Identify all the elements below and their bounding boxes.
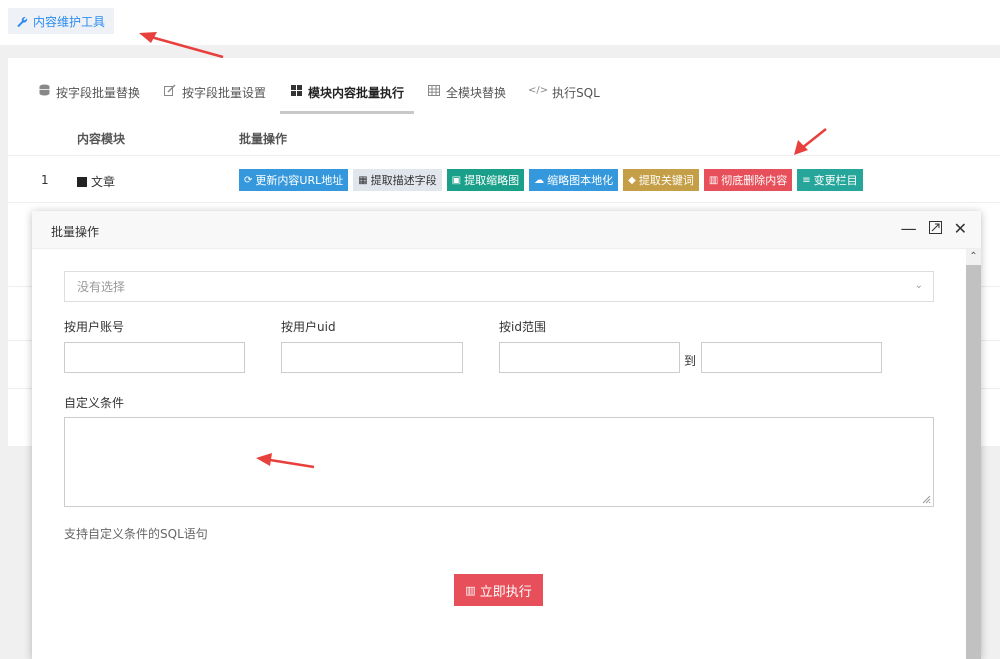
scroll-up-arrow-icon[interactable]: ⌃: [966, 249, 981, 265]
extract-keywords-button[interactable]: ◆ 提取关键词: [623, 169, 699, 191]
extract-thumbnail-button[interactable]: ▣ 提取缩略图: [446, 169, 525, 191]
row-number: 1: [41, 173, 49, 187]
batch-ops-group: ⟳ 更新内容URL地址 ▦ 提取描述字段 ▣ 提取缩略图 ☁ 缩略图本地化 ◆ 提取关键词…: [239, 169, 863, 191]
table-icon: [428, 84, 441, 96]
account-input[interactable]: [64, 342, 245, 373]
list-icon: ≡: [802, 174, 811, 186]
grid-icon: ▦: [358, 174, 368, 186]
code-icon: </>: [528, 84, 549, 96]
tab-label: 全模块替换: [446, 86, 507, 100]
module-name: 文章: [91, 175, 116, 189]
tab-all-module-replace[interactable]: 全模块替换: [418, 78, 516, 114]
tab-module-batch[interactable]: 模块内容批量执行: [280, 78, 415, 114]
modal-title: 批量操作: [51, 225, 100, 239]
delete-content-button[interactable]: ▥ 彻底删除内容: [703, 169, 793, 191]
id-to-input[interactable]: [701, 342, 882, 373]
refresh-icon: ⟳: [244, 174, 253, 186]
tab-field-replace[interactable]: 按字段批量替换: [28, 78, 150, 114]
account-label: 按用户账号: [64, 320, 125, 334]
edit-icon: [164, 84, 176, 96]
tag-icon: ◆: [628, 174, 636, 186]
batch-operation-modal: 批量操作 — ✕ 没有选择 ⌄ 按用户账号 按用户uid 按id范围 到 自定义…: [32, 211, 981, 659]
table-header: 内容模块 批量操作: [8, 120, 1000, 156]
extract-description-button[interactable]: ▦ 提取描述字段: [353, 169, 442, 191]
modal-window-controls: — ✕: [901, 220, 967, 238]
annotation-arrow-2: [794, 128, 827, 155]
module-icon: [77, 176, 87, 187]
module-select[interactable]: 没有选择 ⌄: [64, 271, 934, 302]
column-header-module: 内容模块: [77, 132, 126, 146]
annotation-arrow-3: [256, 453, 315, 469]
maximize-icon[interactable]: [928, 220, 942, 238]
button-label: 提取描述字段: [370, 174, 437, 187]
wrench-icon: [17, 16, 28, 27]
to-label: 到: [684, 354, 697, 368]
modal-header: 批量操作 — ✕: [32, 211, 981, 249]
id-from-input[interactable]: [499, 342, 680, 373]
image-icon: ▣: [451, 174, 462, 186]
uid-label: 按用户uid: [281, 320, 336, 334]
cloud-upload-icon: ☁: [534, 174, 545, 186]
help-text: 支持自定义条件的SQL语句: [64, 527, 208, 541]
tab-label: 按字段批量替换: [56, 86, 141, 100]
select-placeholder: 没有选择: [77, 280, 126, 294]
update-url-button[interactable]: ⟳ 更新内容URL地址: [239, 169, 349, 191]
grid-icon: [290, 84, 302, 96]
button-label: 提取关键词: [638, 174, 694, 187]
tool-button-label: 内容维护工具: [33, 14, 106, 29]
change-category-button[interactable]: ≡ 变更栏目: [797, 169, 863, 191]
execute-now-button[interactable]: ▥ 立即执行: [454, 574, 543, 606]
uid-input[interactable]: [281, 342, 463, 373]
custom-condition-label: 自定义条件: [64, 396, 125, 410]
tab-bar: 按字段批量替换 按字段批量设置 模块内容批量执行 全模块替换 </> 执行SQL: [28, 78, 614, 114]
modal-body: 没有选择 ⌄ 按用户账号 按用户uid 按id范围 到 自定义条件 支持自定义条…: [32, 249, 966, 659]
module-cell: 文章: [77, 173, 115, 190]
chevron-down-icon: ⌄: [914, 280, 923, 291]
table-row: 1 文章 ⟳ 更新内容URL地址 ▦ 提取描述字段 ▣ 提取缩略图 ☁ 缩略图本地化 ◆…: [8, 157, 1000, 203]
annotation-arrow-1: [139, 32, 224, 59]
resize-handle-icon[interactable]: [921, 494, 931, 504]
minimize-icon[interactable]: —: [901, 220, 917, 238]
content-maintenance-tool-button[interactable]: 内容维护工具: [8, 8, 115, 34]
button-label: 提取缩略图: [464, 174, 520, 187]
tab-label: 执行SQL: [552, 86, 600, 100]
tab-label: 模块内容批量执行: [308, 86, 405, 100]
tab-execute-sql[interactable]: </> 执行SQL: [520, 78, 610, 114]
database-icon: [38, 84, 50, 96]
tab-field-set[interactable]: 按字段批量设置: [154, 78, 276, 114]
column-header-ops: 批量操作: [239, 132, 288, 146]
modal-scrollbar[interactable]: ⌃: [966, 249, 981, 659]
tab-label: 按字段批量设置: [182, 86, 267, 100]
button-label: 变更栏目: [813, 174, 858, 187]
localize-thumbnail-button[interactable]: ☁ 缩略图本地化: [529, 169, 619, 191]
id-range-label: 按id范围: [499, 320, 546, 334]
button-label: 彻底删除内容: [721, 174, 788, 187]
button-label: 立即执行: [479, 584, 532, 600]
trash-icon: ▥: [708, 174, 719, 186]
custom-condition-textarea[interactable]: [64, 417, 934, 507]
trash-icon: ▥: [465, 583, 476, 597]
button-label: 更新内容URL地址: [255, 174, 344, 187]
close-icon[interactable]: ✕: [954, 220, 967, 238]
button-label: 缩略图本地化: [547, 174, 614, 187]
